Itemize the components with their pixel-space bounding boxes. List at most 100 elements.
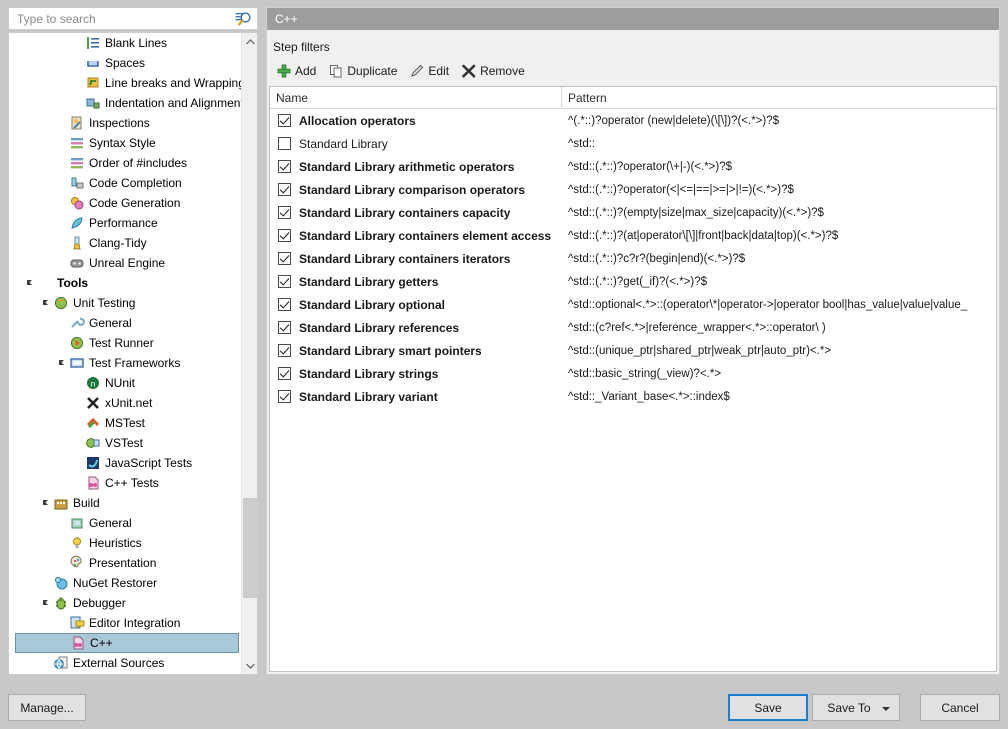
filter-checkbox[interactable]: [278, 390, 291, 403]
table-row[interactable]: Standard Library containers iterators^st…: [270, 247, 996, 270]
filter-checkbox[interactable]: [278, 137, 291, 150]
chevron-down-icon[interactable]: [882, 707, 890, 711]
step-filters-label: Step filters: [273, 40, 330, 54]
sidebar-item-line-breaks-and-wrapping[interactable]: Line breaks and Wrapping: [9, 73, 241, 93]
sidebar-item-external-sources[interactable]: External Sources: [9, 653, 241, 673]
scrollbar-thumb[interactable]: [243, 498, 257, 598]
table-row[interactable]: Standard Library containers capacity^std…: [270, 201, 996, 224]
sidebar-item-vstest[interactable]: VSTest: [9, 433, 241, 453]
manage-button[interactable]: Manage...: [8, 694, 86, 721]
filter-pattern: ^std::(.*::)?get(_if)?(<.*>)?$: [562, 276, 996, 288]
sidebar-item-editor-integration[interactable]: Editor Integration: [9, 613, 241, 633]
filter-name: Standard Library references: [299, 321, 459, 335]
table-row[interactable]: Standard Library^std::: [270, 132, 996, 155]
search-box[interactable]: [8, 7, 258, 30]
table-row[interactable]: Standard Library strings^std::basic_stri…: [270, 362, 996, 385]
table-row[interactable]: Standard Library comparison operators^st…: [270, 178, 996, 201]
filter-checkbox[interactable]: [278, 321, 291, 334]
cancel-button[interactable]: Cancel: [920, 694, 1000, 721]
sidebar-item-c-tests[interactable]: C++ Tests: [9, 473, 241, 493]
filter-checkbox[interactable]: [278, 344, 291, 357]
edit-button[interactable]: Edit: [406, 60, 456, 82]
expand-arrow-icon[interactable]: [41, 497, 53, 509]
add-button[interactable]: Add: [273, 60, 323, 82]
sidebar-item-label: Inspections: [89, 115, 150, 131]
filter-checkbox[interactable]: [278, 275, 291, 288]
scroll-up-icon[interactable]: [242, 33, 258, 50]
sidebar-item-build[interactable]: Build: [9, 493, 241, 513]
tree-list: Blank LinesSpacesLine breaks and Wrappin…: [9, 33, 241, 673]
sidebar-item-presentation[interactable]: Presentation: [9, 553, 241, 573]
table-row[interactable]: Standard Library references^std::(c?ref<…: [270, 316, 996, 339]
javascript-tests-icon: [85, 455, 101, 471]
sidebar-item-label: Editor Integration: [89, 615, 180, 631]
toolbar-button-label: Duplicate: [347, 64, 397, 78]
sidebar-item-unit-testing[interactable]: Unit Testing: [9, 293, 241, 313]
step-filters-toolbar: Add Duplicate EditRemove: [273, 60, 532, 82]
search-input[interactable]: [9, 8, 257, 29]
filter-name: Standard Library getters: [299, 275, 438, 289]
sidebar-item-inspections[interactable]: Inspections: [9, 113, 241, 133]
filter-name: Standard Library arithmetic operators: [299, 160, 514, 174]
sidebar-item-nunit[interactable]: nNUnit: [9, 373, 241, 393]
tree-vertical-scrollbar[interactable]: [241, 33, 257, 674]
sidebar-item-nuget-restorer[interactable]: NuGet Restorer: [9, 573, 241, 593]
filter-checkbox[interactable]: [278, 206, 291, 219]
save-to-button[interactable]: Save To: [812, 694, 900, 721]
sidebar-item-debugger[interactable]: Debugger: [9, 593, 241, 613]
sidebar-item-clang-tidy[interactable]: Clang-Tidy: [9, 233, 241, 253]
sidebar-item-mstest[interactable]: MSTest: [9, 413, 241, 433]
table-row[interactable]: Standard Library optional^std::optional<…: [270, 293, 996, 316]
table-row[interactable]: Allocation operators^(.*::)?operator (ne…: [270, 109, 996, 132]
column-header-name[interactable]: Name: [270, 87, 562, 109]
build-icon: [53, 495, 69, 511]
sidebar-item-blank-lines[interactable]: Blank Lines: [9, 33, 241, 53]
filter-checkbox[interactable]: [278, 160, 291, 173]
filter-checkbox[interactable]: [278, 252, 291, 265]
expand-arrow-icon[interactable]: [41, 597, 53, 609]
sidebar-item-heuristics[interactable]: Heuristics: [9, 533, 241, 553]
sidebar-item-unreal-engine[interactable]: Unreal Engine: [9, 253, 241, 273]
remove-button[interactable]: Remove: [458, 60, 532, 82]
sidebar-item-tools[interactable]: Tools: [9, 273, 241, 293]
sidebar-item-javascript-tests[interactable]: JavaScript Tests: [9, 453, 241, 473]
code-completion-icon: [69, 175, 85, 191]
table-row[interactable]: Standard Library variant^std::_Variant_b…: [270, 385, 996, 408]
sidebar-item-general[interactable]: General: [9, 513, 241, 533]
sidebar-item-code-completion[interactable]: Code Completion: [9, 173, 241, 193]
filter-checkbox[interactable]: [278, 114, 291, 127]
sidebar-item-general[interactable]: General: [9, 313, 241, 333]
sidebar-item-label: Unreal Engine: [89, 255, 165, 271]
cell-name: Standard Library optional: [270, 298, 562, 312]
sidebar-item-order-of-includes[interactable]: Order of #includes: [9, 153, 241, 173]
vstest-icon: [85, 435, 101, 451]
sidebar-item-c[interactable]: C++: [15, 633, 239, 653]
table-row[interactable]: Standard Library containers element acce…: [270, 224, 996, 247]
search-icon[interactable]: [235, 11, 252, 28]
sidebar-item-indentation-and-alignment[interactable]: Indentation and Alignment: [9, 93, 241, 113]
tree-spacer: [57, 237, 69, 249]
expand-arrow-icon[interactable]: [57, 357, 69, 369]
table-row[interactable]: Standard Library smart pointers^std::(un…: [270, 339, 996, 362]
sidebar-item-test-frameworks[interactable]: Test Frameworks: [9, 353, 241, 373]
expand-arrow-icon[interactable]: [25, 277, 37, 289]
sidebar-item-syntax-style[interactable]: Syntax Style: [9, 133, 241, 153]
scroll-down-icon[interactable]: [242, 657, 258, 674]
filter-checkbox[interactable]: [278, 229, 291, 242]
sidebar-item-spaces[interactable]: Spaces: [9, 53, 241, 73]
sidebar-item-label: Order of #includes: [89, 155, 187, 171]
filter-checkbox[interactable]: [278, 183, 291, 196]
table-row[interactable]: Standard Library getters ^std::(.*::)?get…: [270, 270, 996, 293]
sidebar-item-label: Debugger: [73, 595, 126, 611]
filter-checkbox[interactable]: [278, 367, 291, 380]
filter-checkbox[interactable]: [278, 298, 291, 311]
duplicate-button[interactable]: Duplicate: [325, 60, 404, 82]
table-row[interactable]: Standard Library arithmetic operators^st…: [270, 155, 996, 178]
save-button[interactable]: Save: [728, 694, 808, 721]
sidebar-item-xunit-net[interactable]: xUnit.net: [9, 393, 241, 413]
column-header-pattern[interactable]: Pattern: [562, 87, 996, 109]
sidebar-item-code-generation[interactable]: Code Generation: [9, 193, 241, 213]
sidebar-item-performance[interactable]: Performance: [9, 213, 241, 233]
expand-arrow-icon[interactable]: [41, 297, 53, 309]
sidebar-item-test-runner[interactable]: Test Runner: [9, 333, 241, 353]
